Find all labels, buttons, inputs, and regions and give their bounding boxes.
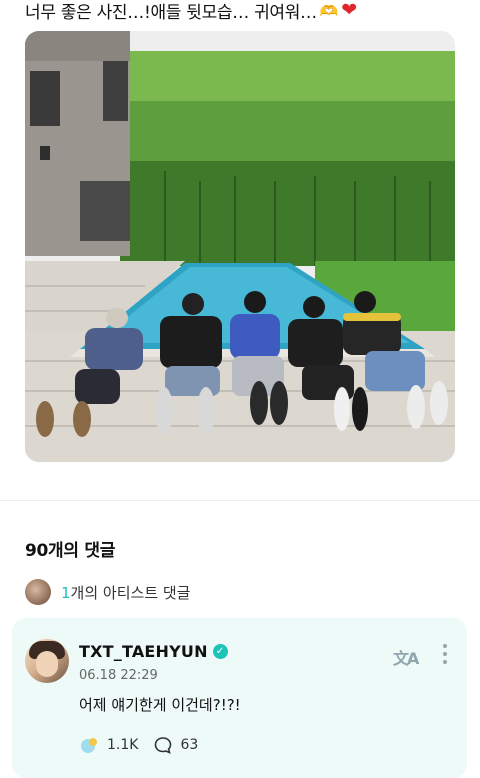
comment-text: 어제 얘기한게 이건데?!?! xyxy=(79,696,241,714)
artist-comment-card: TXT_TAEHYUN ✓ 06.18 22:29 어제 얘기한게 이건데?!?… xyxy=(12,618,467,778)
artist-comment-text: 개의 아티스트 댓글 xyxy=(70,583,191,602)
artist-comment-count: 1 xyxy=(61,583,71,602)
post-body: 너무 좋은 사진…!애들 뒷모습… 귀여워… xyxy=(25,3,317,23)
artist-comments-filter[interactable]: 1개의 아티스트 댓글 xyxy=(25,579,190,605)
comment-author[interactable]: TXT_TAEHYUN ✓ xyxy=(79,642,228,661)
red-heart-icon: ❤ xyxy=(341,0,357,21)
artist-avatar xyxy=(25,579,51,605)
comment-count-heading: 90개의 댓글 xyxy=(25,541,116,561)
comment-reactions: 1.1K 63 xyxy=(79,736,198,754)
comment-username: TXT_TAEHYUN xyxy=(79,642,208,661)
more-options-icon[interactable] xyxy=(442,644,448,664)
avatar-face xyxy=(36,651,58,677)
post-text: 너무 좋은 사진…!애들 뒷모습… 귀여워… 🫶 ❤ xyxy=(25,0,357,24)
verified-badge-icon: ✓ xyxy=(212,644,228,659)
avatar[interactable] xyxy=(25,639,69,683)
heart-hands-icon: 🫶 xyxy=(319,1,339,20)
section-divider xyxy=(0,500,480,501)
comment-timestamp: 06.18 22:29 xyxy=(79,668,158,683)
like-count: 1.1K xyxy=(107,737,139,753)
post-photo[interactable] xyxy=(25,31,455,462)
reply-icon[interactable] xyxy=(154,736,172,754)
like-reaction-icon[interactable] xyxy=(79,736,99,754)
translate-icon[interactable]: 文A xyxy=(393,645,419,669)
reply-count: 63 xyxy=(180,737,199,753)
artist-comments-label: 1개의 아티스트 댓글 xyxy=(61,582,190,603)
pool-photo-illustration xyxy=(25,31,455,462)
